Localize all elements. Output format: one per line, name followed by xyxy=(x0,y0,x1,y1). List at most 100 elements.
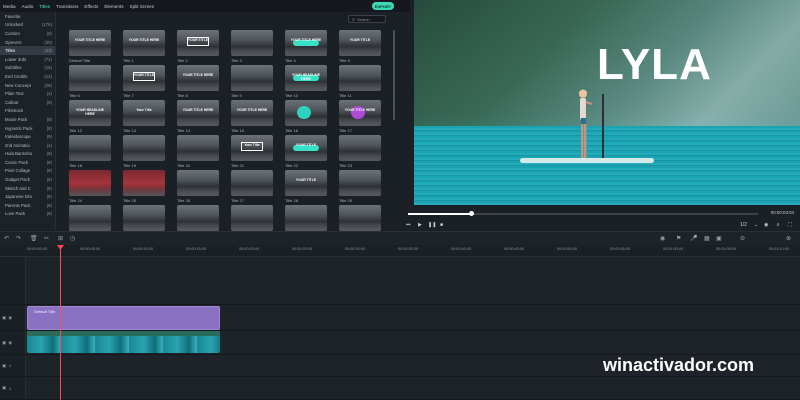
title-thumbnail[interactable]: Your Title Title 13 xyxy=(123,100,165,133)
title-thumbnail[interactable]: Title 27 xyxy=(231,170,273,203)
category-item[interactable]: Kaleidoscope (9) xyxy=(0,132,55,141)
title-thumbnail[interactable]: Title 20 xyxy=(177,135,219,168)
category-item[interactable]: Sketch and C (8) xyxy=(0,184,55,193)
title-thumbnail[interactable]: Title 18 xyxy=(69,135,111,168)
category-item[interactable]: Moxie Pack (8) xyxy=(0,115,55,124)
title-thumbnail[interactable]: Title 24 xyxy=(69,170,111,203)
render-icon[interactable]: ◉ xyxy=(660,235,665,242)
title-thumbnail[interactable]: Title 16 xyxy=(285,100,327,133)
title-thumbnail[interactable]: YOUR TITLE Title 7 xyxy=(123,65,165,98)
title-thumbnail[interactable]: Title 19 xyxy=(123,135,165,168)
title-thumbnail[interactable]: YOUR TITLE HERE Default Title xyxy=(69,30,111,63)
title-thumbnail[interactable]: Title 3 xyxy=(231,30,273,63)
category-item[interactable]: Filmstock xyxy=(0,107,55,116)
title-thumbnail[interactable]: YOUR TITLE HERE Title 8 xyxy=(177,65,219,98)
stop-icon[interactable]: ■ xyxy=(440,222,443,228)
title-thumbnail[interactable]: YOUR TITLE HERE Title 15 xyxy=(231,100,273,133)
title-thumbnail[interactable]: YOUR TITLE HERE Title 14 xyxy=(177,100,219,133)
title-thumbnail[interactable]: YOUR HEADLINE HERE Title 12 xyxy=(69,100,111,133)
title-clip[interactable]: Default Title xyxy=(27,306,220,330)
track-mute-icon[interactable]: ♬ xyxy=(8,386,13,391)
category-item[interactable]: Unlocked (176) xyxy=(0,21,55,30)
tab-split-screen[interactable]: Split Screen xyxy=(130,4,155,9)
fullscreen-icon[interactable]: ⛶ xyxy=(788,222,792,228)
title-thumbnail[interactable]: Title 6 xyxy=(69,65,111,98)
zoom-in-icon[interactable]: ⊕ xyxy=(786,235,791,242)
crop-icon[interactable]: ⊞ xyxy=(58,235,63,242)
title-thumbnail[interactable]: Title 23 xyxy=(339,135,381,168)
playhead[interactable] xyxy=(60,245,61,400)
category-item[interactable]: Favorite xyxy=(0,12,55,21)
undo-icon[interactable]: ↶ xyxy=(4,235,9,242)
category-item[interactable]: Pixel Collage (8) xyxy=(0,167,55,176)
prev-frame-icon[interactable]: ⏮ xyxy=(406,222,411,228)
category-item[interactable]: Hypnotic Pack (8) xyxy=(0,124,55,133)
category-item[interactable]: 2nd Animatio (4) xyxy=(0,141,55,150)
title-thumbnail[interactable]: YOUR TITLE HERE Title 4 xyxy=(285,30,327,63)
cut-icon[interactable]: ✂ xyxy=(44,235,49,242)
track-lock-icon[interactable]: ▣ xyxy=(2,363,6,369)
volume-icon[interactable]: ♬ xyxy=(776,222,781,228)
category-item[interactable]: Gadget Pack (8) xyxy=(0,175,55,184)
snapshot-icon[interactable]: ◉ xyxy=(764,222,768,228)
search-input[interactable]: ⚲ Search xyxy=(348,15,386,23)
tab-media[interactable]: Media xyxy=(3,4,16,9)
title-thumbnail[interactable]: YOUR HEADLINE HERE Title 10 xyxy=(285,65,327,98)
title-thumbnail[interactable] xyxy=(231,205,273,233)
title-thumbnail[interactable]: Title 29 xyxy=(339,170,381,203)
category-item[interactable]: Love Pack (8) xyxy=(0,210,55,219)
title-thumbnail[interactable]: YOUR TITLE Title 28 xyxy=(285,170,327,203)
category-item[interactable]: End Credits (14) xyxy=(0,72,55,81)
category-item[interactable]: Plain Text (4) xyxy=(0,89,55,98)
title-thumbnail[interactable]: Your Title Title 21 xyxy=(231,135,273,168)
tab-titles[interactable]: Titles xyxy=(39,4,50,9)
title-thumbnail[interactable] xyxy=(285,205,327,233)
title-thumbnail[interactable] xyxy=(177,205,219,233)
category-item[interactable]: Subtitles (15) xyxy=(0,64,55,73)
title-thumbnail[interactable]: Title 25 xyxy=(123,170,165,203)
category-item[interactable]: Callout (8) xyxy=(0,98,55,107)
track-lock-icon[interactable]: ▣ xyxy=(2,340,6,346)
category-item[interactable]: Titles (43) xyxy=(0,46,55,55)
title-thumbnail[interactable] xyxy=(339,205,381,233)
title-thumbnail[interactable]: YOUR TITLE Title 22 xyxy=(285,135,327,168)
zoom-select[interactable]: 1/2 xyxy=(740,222,747,228)
audio-mixer-icon[interactable]: ▦ xyxy=(704,235,710,242)
chevron-down-icon[interactable]: ⌄ xyxy=(754,222,758,228)
tab-transitions[interactable]: Transitions xyxy=(56,4,78,9)
title-thumbnail[interactable]: Title 9 xyxy=(231,65,273,98)
grid-scrollbar[interactable] xyxy=(393,30,395,120)
title-thumbnail[interactable] xyxy=(123,205,165,233)
tab-elements[interactable]: Elements xyxy=(104,4,123,9)
title-thumbnail[interactable]: YOUR TITLE HERE Title 17 xyxy=(339,100,381,133)
pause-icon[interactable]: ❚❚ xyxy=(428,222,436,228)
preview-progress-knob[interactable] xyxy=(469,211,474,216)
export-button[interactable]: EXPORT xyxy=(372,2,394,10)
category-item[interactable]: Lower 3rds (71) xyxy=(0,55,55,64)
title-thumbnail[interactable] xyxy=(69,205,111,233)
speed-icon[interactable]: ◷ xyxy=(70,235,75,242)
delete-icon[interactable]: 🗑 xyxy=(30,235,38,242)
title-thumbnail[interactable]: YOUR TITLE Title 2 xyxy=(177,30,219,63)
title-thumbnail[interactable]: YOUR TITLE Title 5 xyxy=(339,30,381,63)
category-item[interactable]: Parents Pack (8) xyxy=(0,201,55,210)
tab-audio[interactable]: Audio xyxy=(22,4,34,9)
zoom-out-icon[interactable]: ⊖ xyxy=(740,235,745,242)
tab-effects[interactable]: Effects xyxy=(84,4,98,9)
timeline-ruler[interactable]: 00:00:00:00 00:00:05:00 00:00:10:00 00:00:1… xyxy=(0,245,800,257)
play-icon[interactable]: ▶ xyxy=(418,222,422,228)
title-thumbnail[interactable]: Title 11 xyxy=(339,65,381,98)
track-mute-icon[interactable]: ♬ xyxy=(8,363,13,368)
track-visibility-icon[interactable]: ◉ xyxy=(8,340,12,346)
category-item[interactable]: Custom (0) xyxy=(0,29,55,38)
track-visibility-icon[interactable]: ◉ xyxy=(8,315,12,321)
category-item[interactable]: Comic Pack (8) xyxy=(0,158,55,167)
marker-icon[interactable]: ⚑ xyxy=(676,235,681,242)
title-thumbnail[interactable]: Title 26 xyxy=(177,170,219,203)
category-item[interactable]: Japanese Dra (8) xyxy=(0,192,55,201)
track-lock-icon[interactable]: ▣ xyxy=(2,315,6,321)
voiceover-icon[interactable]: 🎤 xyxy=(690,235,697,242)
category-item[interactable]: New Concept (28) xyxy=(0,81,55,90)
title-thumbnail[interactable]: YOUR TITLE HERE Title 1 xyxy=(123,30,165,63)
video-clip[interactable] xyxy=(27,331,220,353)
